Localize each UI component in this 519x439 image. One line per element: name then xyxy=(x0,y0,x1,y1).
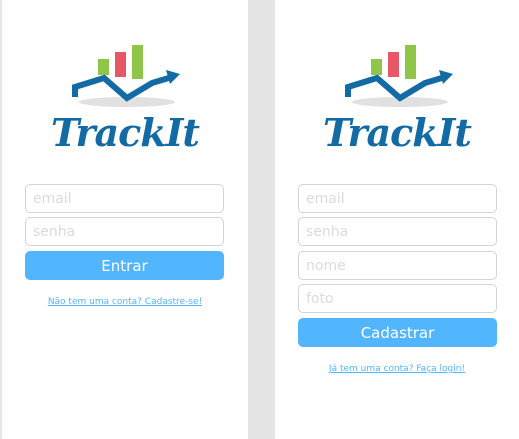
email-input[interactable] xyxy=(298,184,497,213)
brand-title: TrackIt xyxy=(51,110,200,155)
login-screen: TrackIt Entrar Não tem uma conta? Cadast… xyxy=(2,0,248,439)
login-button[interactable]: Entrar xyxy=(25,251,224,280)
brand-title: TrackIt xyxy=(323,110,472,155)
login-link[interactable]: Já tem uma conta? Faça login! xyxy=(275,364,519,374)
signup-button[interactable]: Cadastrar xyxy=(298,318,497,347)
photo-input[interactable] xyxy=(298,284,497,313)
name-input[interactable] xyxy=(298,251,497,280)
password-input[interactable] xyxy=(25,217,224,246)
signup-link[interactable]: Não tem uma conta? Cadastre-se! xyxy=(3,297,247,307)
email-input[interactable] xyxy=(25,184,224,213)
password-input[interactable] xyxy=(298,217,497,246)
panel-divider xyxy=(248,0,275,439)
signup-screen: TrackIt Cadastrar Já tem uma conta? Faça… xyxy=(275,0,519,439)
trackit-logo-icon xyxy=(345,45,453,107)
trackit-logo-icon xyxy=(72,45,180,107)
